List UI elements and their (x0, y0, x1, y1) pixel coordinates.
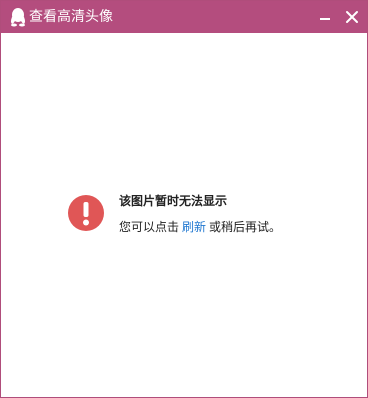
window-title: 查看高清头像 (29, 9, 113, 25)
error-title: 该图片暂时无法显示 (119, 194, 228, 208)
avatar-viewer-window: 查看高清头像 该图片暂时无法显示 您可以点击 刷新 或稍后再试。 (0, 0, 368, 398)
content-area: 该图片暂时无法显示 您可以点击 刷新 或稍后再试。 (1, 33, 367, 397)
alert-icon (67, 194, 105, 232)
close-icon (340, 11, 364, 33)
hint-prefix: 您可以点击 (119, 220, 180, 234)
close-button[interactable] (340, 5, 364, 29)
minimize-button[interactable] (313, 5, 337, 29)
hint-suffix: 或稍后再试。 (209, 220, 282, 234)
minimize-icon (313, 14, 337, 33)
refresh-link[interactable]: 刷新 (179, 220, 209, 234)
qq-penguin-icon (9, 7, 27, 27)
title-bar[interactable]: 查看高清头像 (1, 1, 367, 33)
error-hint: 您可以点击 刷新 或稍后再试。 (119, 219, 281, 235)
